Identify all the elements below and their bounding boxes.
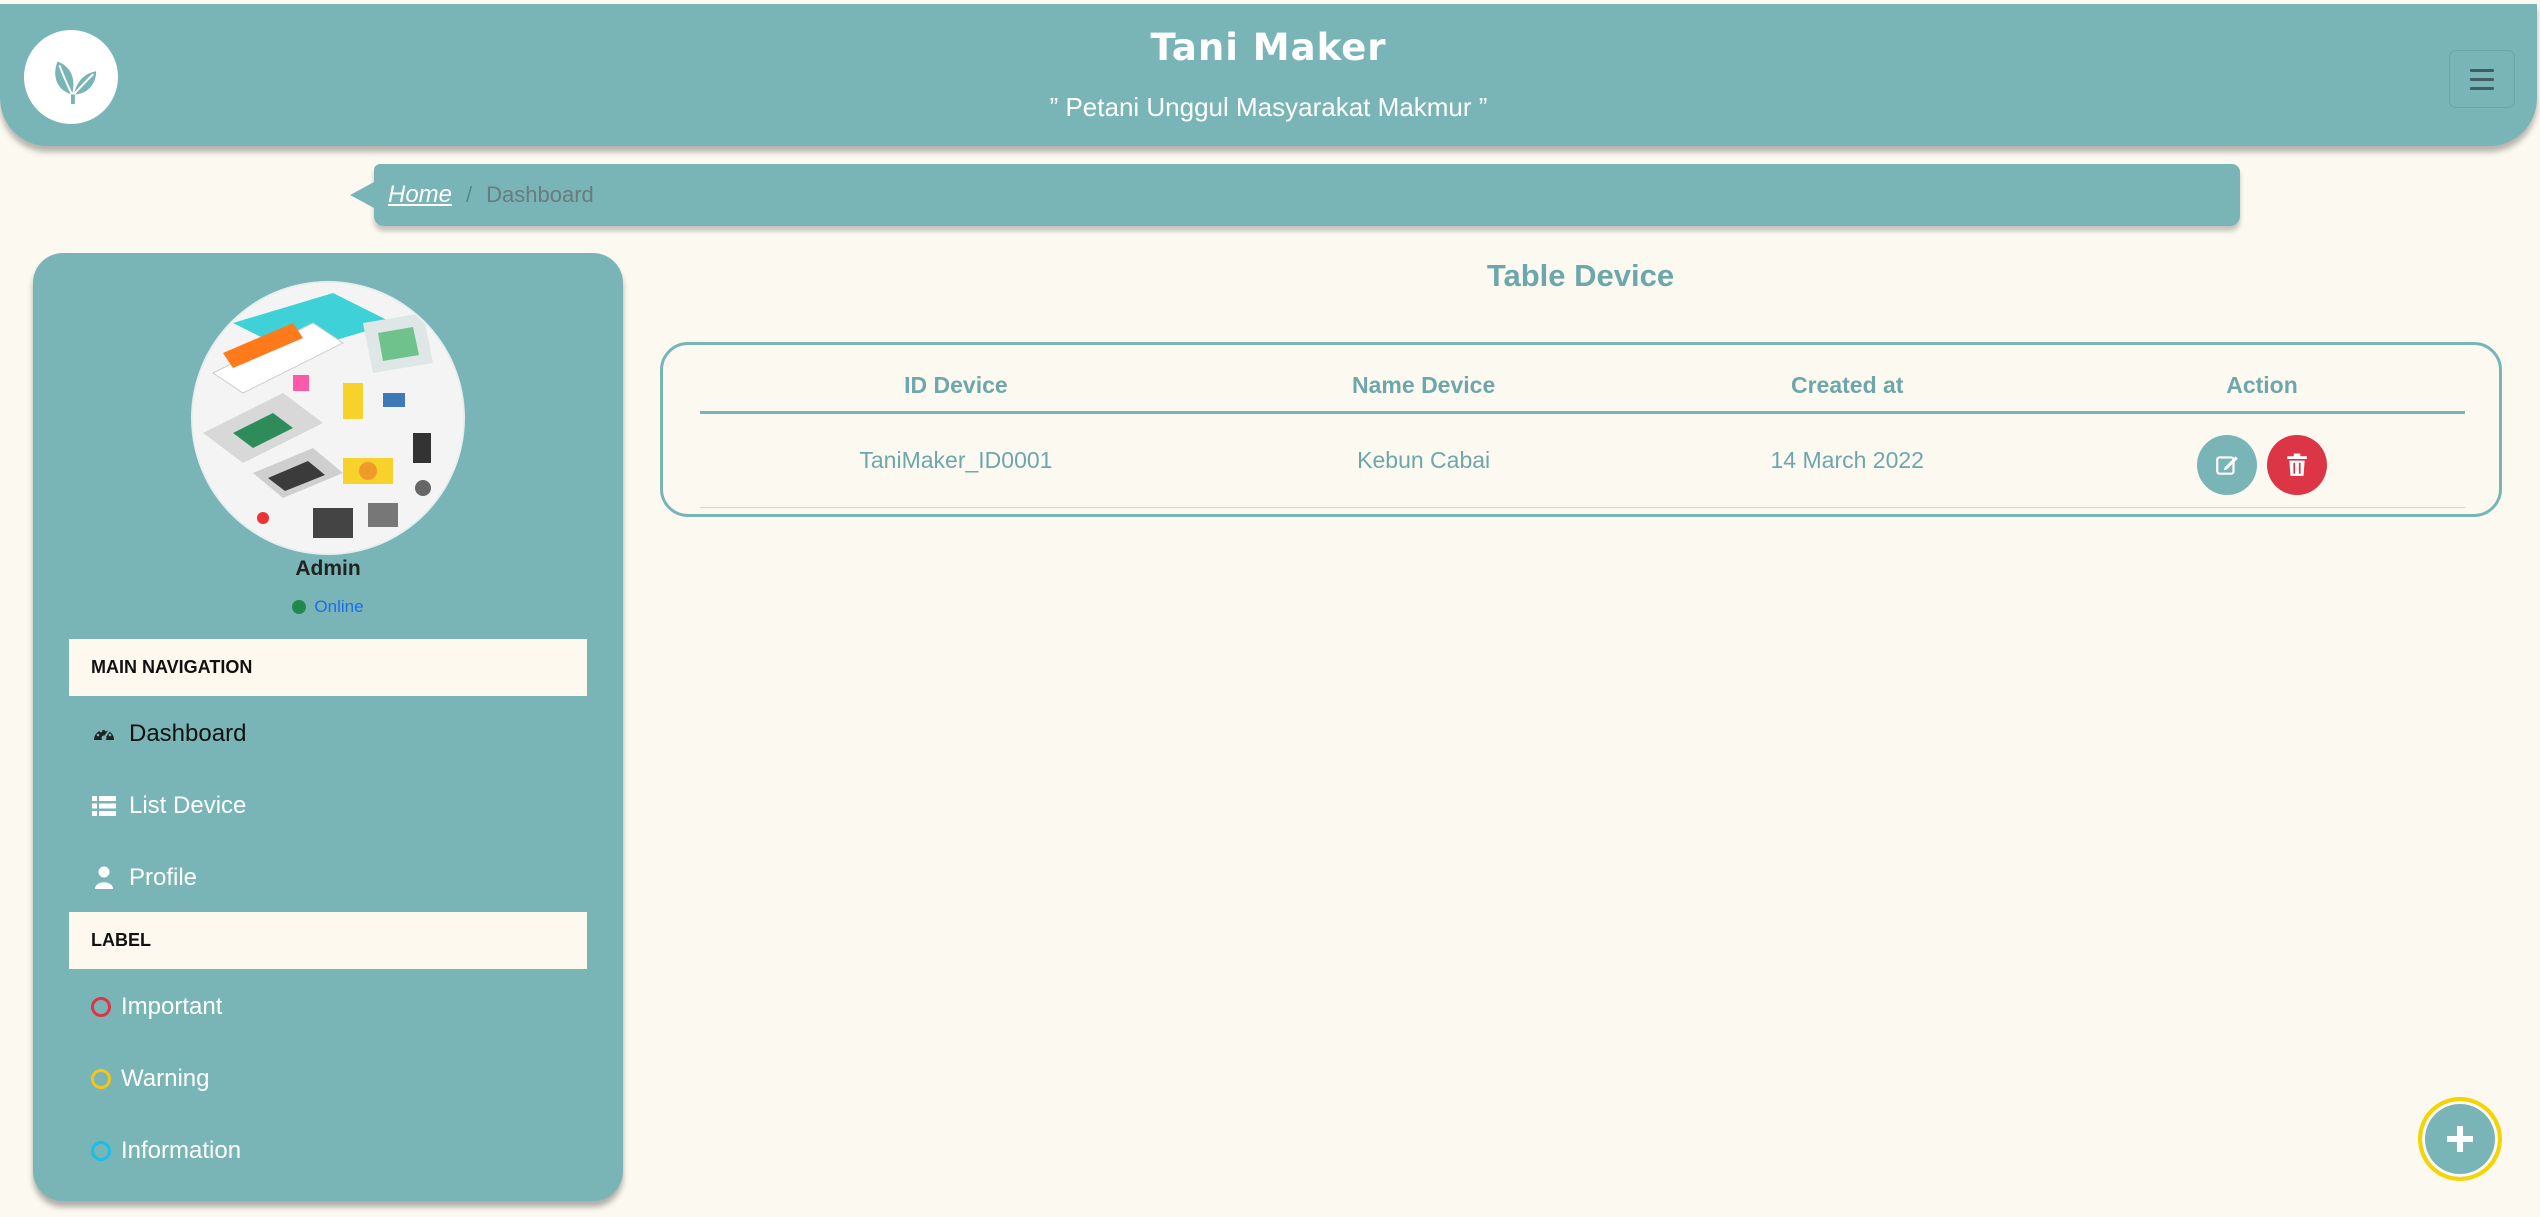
- user-icon: [91, 865, 117, 891]
- label-information[interactable]: Information: [91, 1131, 241, 1171]
- hamburger-menu-button[interactable]: [2449, 50, 2515, 108]
- circle-outline-icon: [91, 997, 111, 1017]
- page-title: Table Device: [1486, 258, 1675, 293]
- column-header-id[interactable]: ID Device: [700, 359, 1212, 414]
- status-text: Online: [314, 597, 364, 616]
- column-header-name[interactable]: Name Device: [1211, 359, 1636, 414]
- hamburger-icon: [2470, 68, 2494, 72]
- breadcrumb-current: Dashboard: [486, 182, 594, 207]
- user-name: Admin: [295, 557, 361, 580]
- table-header-row: ID Device Name Device Created at Action: [700, 359, 2465, 414]
- nav-item-label: Profile: [129, 864, 198, 891]
- label-text: Warning: [121, 1065, 210, 1092]
- app-title: Tani Maker: [1150, 26, 1387, 69]
- trash-icon: [2287, 453, 2308, 476]
- breadcrumb-separator: /: [466, 182, 473, 207]
- nav-item-label: List Device: [129, 792, 247, 819]
- top-header: Tani Maker ” Petani Unggul Masyarakat Ma…: [0, 4, 2537, 146]
- circle-outline-icon: [91, 1141, 111, 1161]
- app-tagline: ” Petani Unggul Masyarakat Makmur ”: [1049, 92, 1488, 122]
- list-icon: [91, 793, 117, 819]
- nav-item-label: Dashboard: [129, 720, 247, 747]
- plus-icon: [2447, 1126, 2473, 1152]
- main-navigation-header: MAIN NAVIGATION: [69, 639, 587, 696]
- device-table-card: ID Device Name Device Created at Action …: [660, 342, 2502, 517]
- label-text: Information: [121, 1137, 242, 1164]
- online-status: Online: [33, 597, 623, 617]
- cell-device-id: TaniMaker_ID0001: [700, 412, 1212, 508]
- label-header: LABEL: [69, 912, 587, 969]
- table-row: TaniMaker_ID0001 Kebun Cabai 14 March 20…: [700, 412, 2465, 508]
- column-header-action: Action: [2059, 359, 2465, 414]
- avatar: [193, 283, 463, 553]
- circle-outline-icon: [91, 1069, 111, 1089]
- label-warning[interactable]: Warning: [91, 1059, 209, 1099]
- nav-item-list-device[interactable]: List Device: [91, 786, 246, 826]
- dashboard-icon: [91, 721, 117, 747]
- edit-icon: [2215, 456, 2238, 475]
- column-header-created[interactable]: Created at: [1635, 359, 2060, 414]
- nav-item-profile[interactable]: Profile: [91, 858, 197, 898]
- label-important[interactable]: Important: [91, 987, 222, 1027]
- add-device-button[interactable]: [2418, 1097, 2502, 1181]
- cell-created-at: 14 March 2022: [1635, 412, 2060, 508]
- breadcrumb: Home / Dashboard: [350, 164, 2240, 226]
- cell-device-name: Kebun Cabai: [1211, 412, 1636, 508]
- label-text: Important: [121, 993, 223, 1020]
- delete-button[interactable]: [2267, 435, 2328, 495]
- nav-item-dashboard[interactable]: Dashboard: [91, 714, 246, 754]
- electronics-illustration-icon: [193, 283, 463, 553]
- breadcrumb-home-link[interactable]: Home: [388, 181, 452, 209]
- cell-actions: [2059, 412, 2465, 508]
- device-table: ID Device Name Device Created at Action …: [700, 359, 2465, 508]
- online-dot-icon: [292, 600, 307, 614]
- sidebar: Admin Online MAIN NAVIGATION Dashboard L…: [33, 253, 623, 1201]
- edit-button[interactable]: [2196, 435, 2257, 495]
